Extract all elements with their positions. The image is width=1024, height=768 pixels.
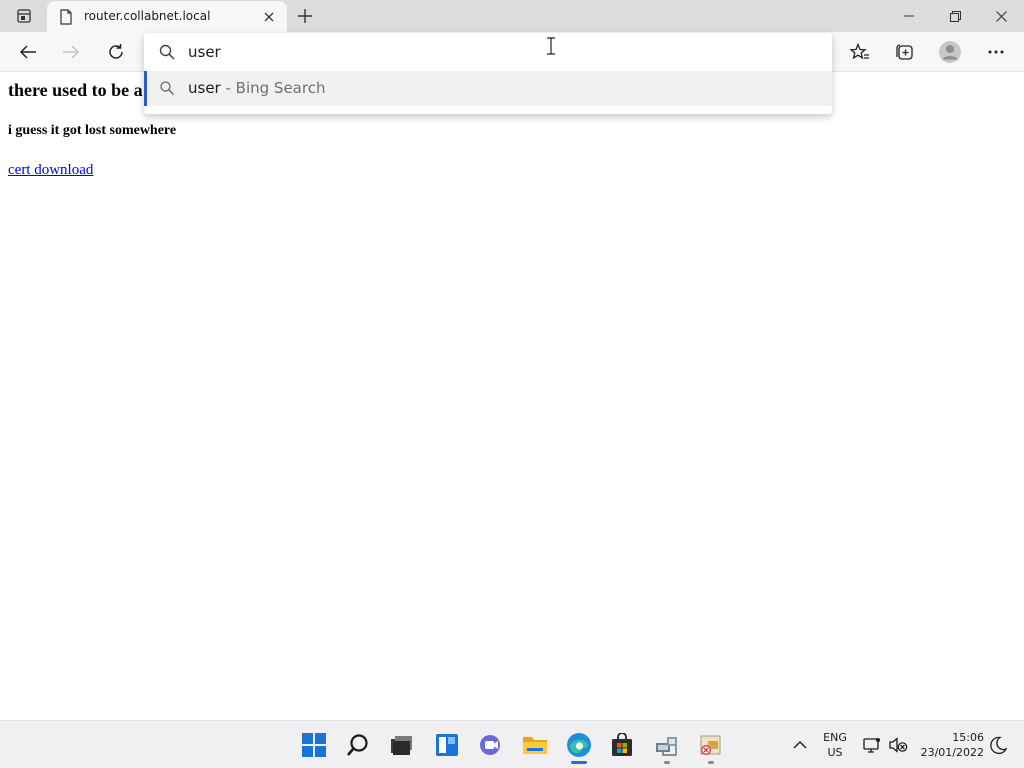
focus-assist-moon-icon[interactable]	[988, 735, 1008, 755]
input-language-indicator[interactable]: ENG US	[818, 730, 852, 760]
text-cursor-icon	[547, 37, 555, 55]
widgets-button[interactable]	[433, 731, 461, 759]
tab-actions-icon	[17, 9, 31, 23]
clock-time: 15:06	[952, 731, 984, 744]
chat-icon	[480, 735, 500, 755]
blocked-app-button[interactable]	[697, 731, 725, 759]
chevron-up-icon	[793, 741, 807, 749]
folder-icon	[523, 737, 547, 754]
file-explorer-button[interactable]	[521, 731, 549, 759]
tab-active[interactable]: router.collabnet.local	[47, 1, 287, 32]
plus-icon	[298, 9, 312, 23]
search-icon	[160, 81, 174, 95]
task-view-icon	[391, 736, 412, 755]
cert-download-link[interactable]: cert download	[8, 162, 93, 179]
minimize-button[interactable]	[886, 0, 932, 32]
close-icon	[995, 10, 1007, 22]
running-app-indicator	[664, 761, 670, 764]
profile-button[interactable]	[936, 38, 964, 66]
suggestion-query: user	[188, 79, 221, 97]
suggestion-text: user - Bing Search	[188, 79, 325, 97]
minimize-icon	[904, 15, 914, 17]
network-app-button[interactable]	[653, 731, 681, 759]
start-button[interactable]	[300, 731, 328, 759]
tab-actions-button[interactable]	[10, 6, 38, 26]
task-view-button[interactable]	[388, 731, 416, 759]
address-bar-input[interactable]	[188, 41, 808, 63]
store-icon	[612, 733, 632, 756]
volume-muted-icon[interactable]	[888, 735, 908, 755]
window-close-button[interactable]	[978, 0, 1024, 32]
star-list-icon	[850, 43, 869, 60]
maximize-button[interactable]	[932, 0, 978, 32]
start-icon	[302, 733, 326, 757]
more-icon	[988, 50, 1004, 54]
new-tab-button[interactable]	[294, 5, 316, 27]
settings-menu-button[interactable]	[982, 38, 1010, 66]
web-page: there used to be a i guess it got lost s…	[0, 72, 1024, 720]
refresh-button[interactable]	[102, 38, 130, 66]
forward-button[interactable]	[57, 38, 85, 66]
search-icon	[159, 44, 175, 60]
tab-title: router.collabnet.local	[84, 9, 211, 23]
arrow-left-icon	[19, 45, 36, 59]
collections-button[interactable]	[890, 38, 918, 66]
suggestion-suffix: - Bing Search	[220, 79, 326, 97]
tab-strip: router.collabnet.local	[0, 0, 1024, 32]
chat-button[interactable]	[477, 731, 505, 759]
taskbar-search-button[interactable]	[344, 731, 372, 759]
tab-close-button[interactable]	[261, 9, 277, 25]
show-hidden-icons-button[interactable]	[790, 736, 810, 754]
collections-icon	[896, 44, 913, 60]
restore-icon	[949, 10, 961, 22]
taskbar: ENG US 15:06 23/01/2022	[0, 720, 1024, 768]
blocked-app-icon	[700, 735, 721, 755]
search-icon	[347, 734, 368, 756]
widgets-icon	[436, 734, 458, 756]
language-code: ENG	[823, 731, 847, 744]
page-heading: there used to be a	[8, 80, 143, 100]
clock-date: 23/01/2022	[920, 746, 984, 759]
language-region: US	[827, 746, 843, 759]
active-app-indicator	[571, 761, 587, 764]
arrow-right-icon	[63, 45, 80, 59]
network-icon[interactable]	[862, 735, 882, 755]
store-button[interactable]	[608, 731, 636, 759]
system-clock[interactable]: 15:06 23/01/2022	[916, 730, 984, 760]
back-button[interactable]	[14, 38, 42, 66]
page-subheading: i guess it got lost somewhere	[8, 123, 177, 138]
running-app-indicator	[708, 761, 714, 764]
refresh-icon	[109, 44, 123, 59]
avatar-icon	[939, 41, 961, 63]
network-app-icon	[656, 737, 677, 756]
address-bar-dropdown: user - Bing Search	[144, 33, 832, 114]
search-suggestion[interactable]: user - Bing Search	[144, 71, 832, 106]
edge-icon	[567, 733, 591, 757]
page-icon	[60, 9, 72, 25]
edge-taskbar-button[interactable]	[565, 731, 593, 759]
close-icon	[264, 12, 274, 22]
favorites-button[interactable]	[846, 38, 874, 66]
